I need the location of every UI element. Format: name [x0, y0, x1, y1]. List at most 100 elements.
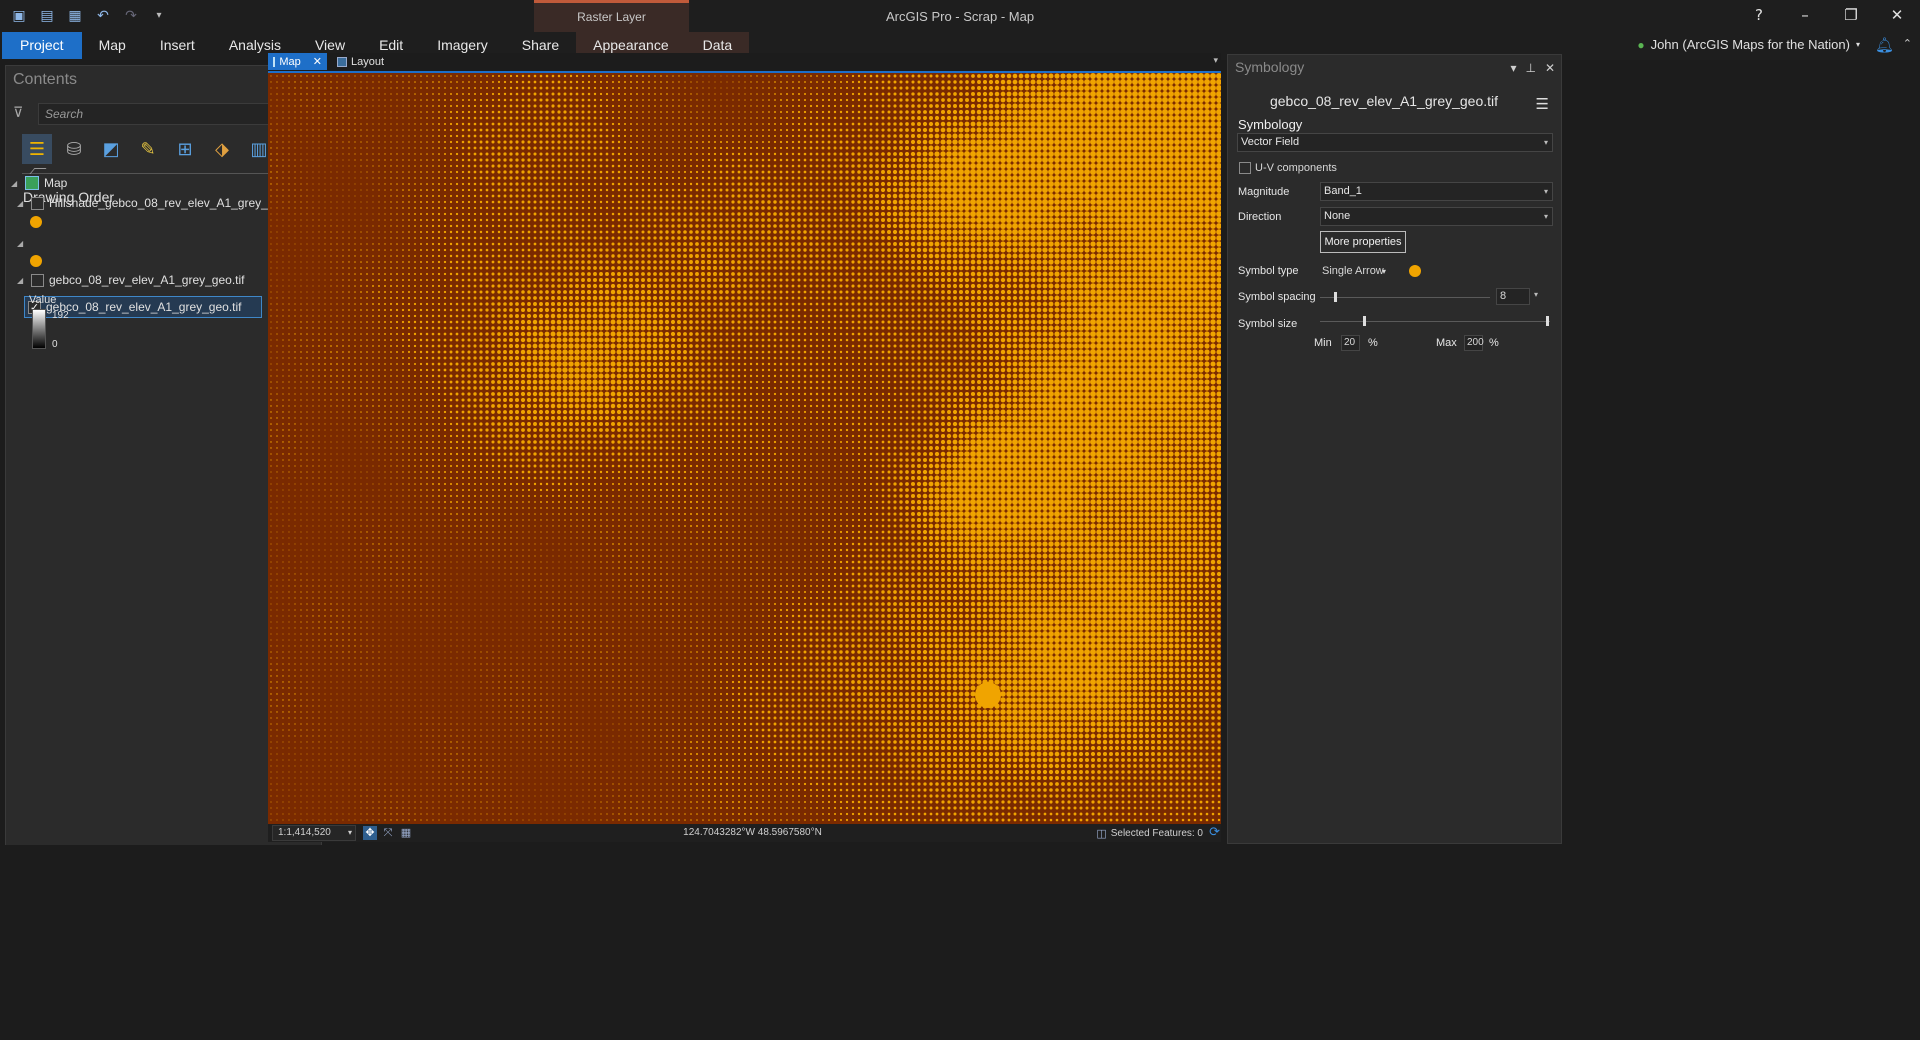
magnitude-dropdown[interactable]: Band_1 ▾ [1320, 182, 1553, 201]
coordinate-readout: 124.7043282°W 48.5967580°N [268, 827, 1237, 838]
contents-title: Contents [13, 71, 77, 89]
symbology-section-title: Symbology [1238, 117, 1302, 132]
symbol-size-min-thumb[interactable] [1363, 316, 1366, 326]
symbology-title: Symbology [1235, 59, 1304, 75]
labeling-icon[interactable]: ⬗ [207, 134, 237, 164]
window-title: ArcGIS Pro - Scrap - Map [0, 9, 1920, 24]
minimize-button[interactable]: – [1782, 0, 1828, 30]
tab-map[interactable]: Map [82, 32, 143, 59]
symbol-type-dropdown[interactable]: Single Arrow ▾ [1320, 262, 1389, 281]
toc-layer-gebco-grey[interactable]: ◢ gebco_08_rev_elev_A1_grey_geo.tif [17, 269, 244, 291]
collapse-icon[interactable]: ◢ [11, 179, 20, 188]
max-label: Max [1436, 337, 1457, 349]
menu-icon[interactable]: ☰ [1536, 95, 1549, 113]
spinner-icon[interactable]: ▾ [1534, 290, 1538, 299]
chevron-down-icon: ▾ [1544, 134, 1548, 151]
collapse-icon[interactable]: ◢ [17, 239, 26, 248]
selected-features[interactable]: ◫ Selected Features: 0 [1096, 827, 1203, 840]
layer-visibility-checkbox[interactable] [31, 196, 44, 210]
legend-title: Value [29, 294, 56, 306]
chevron-down-icon: ▾ [1544, 183, 1548, 200]
max-percent: % [1489, 337, 1499, 349]
map-icon [273, 56, 276, 67]
layout-icon [337, 56, 347, 67]
tab-project[interactable]: Project [2, 32, 82, 59]
notifications-icon[interactable]: 🔔︎ [1875, 36, 1894, 54]
symbol-spacing-label: Symbol spacing [1238, 291, 1316, 303]
large-magnitude-symbol [975, 682, 1001, 708]
layer-name: Hillshade_gebco_08_rev_elev_A1_grey_geo.… [49, 196, 301, 210]
color-ramp[interactable] [32, 309, 46, 349]
direction-value: None [1324, 210, 1350, 222]
magnitude-label: Magnitude [1238, 186, 1289, 198]
min-label: Min [1314, 337, 1332, 349]
more-properties-button[interactable]: More properties [1320, 231, 1406, 253]
direction-label: Direction [1238, 211, 1281, 223]
vector-field-map[interactable] [268, 73, 1221, 824]
search-input[interactable] [39, 104, 269, 124]
selection-icon: ◫ [1096, 827, 1106, 840]
view-list-icon[interactable]: ▾ [1213, 56, 1218, 66]
symbol-size-slider[interactable] [1320, 321, 1550, 322]
collapse-icon[interactable]: ◢ [17, 276, 26, 285]
layer-visibility-checkbox[interactable] [31, 273, 44, 287]
magnitude-value: Band_1 [1324, 185, 1362, 197]
max-size-input[interactable]: 200 [1464, 335, 1484, 351]
layer-symbol-swatch[interactable] [30, 255, 42, 267]
refresh-icon[interactable]: ⟳ [1209, 825, 1220, 840]
user-account[interactable]: ● John (ArcGIS Maps for the Nation) ▾ [1637, 37, 1860, 52]
map-view-label: Map [279, 56, 300, 68]
toc-map[interactable]: ◢ Map [11, 172, 67, 194]
title-bar: ▣ ▤ ▦ ↶ ↷ ▾ ArcGIS Pro - Scrap - Map ? –… [0, 0, 1920, 32]
view-tabs: Map ✕ Layout ▾ [268, 53, 1221, 71]
collapse-icon[interactable]: ◢ [17, 199, 26, 208]
chevron-down-icon: ▾ [1856, 40, 1860, 49]
selection-icon[interactable]: ◩ [96, 134, 126, 164]
selected-features-label: Selected Features: 0 [1111, 828, 1203, 839]
toc-layer-hillshade[interactable]: ◢ Hillshade_gebco_08_rev_elev_A1_grey_ge… [17, 192, 301, 214]
symbol-spacing-slider[interactable] [1320, 297, 1490, 298]
restore-button[interactable]: ❐ [1828, 0, 1874, 30]
close-button[interactable]: ✕ [1874, 0, 1920, 30]
direction-dropdown[interactable]: None ▾ [1320, 207, 1553, 226]
uv-components-label: U-V components [1255, 162, 1337, 174]
uv-components-row[interactable]: U-V components [1239, 162, 1337, 174]
tab-insert[interactable]: Insert [143, 32, 212, 59]
symbol-spacing-thumb[interactable] [1334, 292, 1337, 302]
map-view[interactable] [268, 71, 1221, 824]
map-icon [25, 176, 39, 190]
symbol-size-max-thumb[interactable] [1546, 316, 1549, 326]
symbol-preview[interactable] [1409, 265, 1421, 277]
editing-icon[interactable]: ✎ [133, 134, 163, 164]
uv-components-checkbox[interactable] [1239, 162, 1251, 174]
map-status-bar: 1:1,414,520 ▾ ✥ ⤧ ▦ 124.7043282°W 48.596… [268, 824, 1221, 842]
pane-menu-icon[interactable]: ▾ [1510, 61, 1516, 75]
symbology-pane: Symbology ▾ ⊥ ✕ gebco_08_rev_elev_A1_gre… [1227, 54, 1562, 844]
legend-max: 192 [52, 310, 69, 321]
context-tab-group-label: Raster Layer [534, 10, 689, 24]
legend-min: 0 [52, 339, 58, 350]
pin-icon[interactable]: ⊥ [1525, 61, 1535, 75]
layer-name: gebco_08_rev_elev_A1_grey_geo.tif [49, 273, 244, 287]
drawing-order-icon[interactable]: ☰ [22, 134, 52, 164]
renderer-value: Vector Field [1241, 136, 1299, 148]
filter-icon[interactable]: ⊽ [13, 105, 23, 121]
snapping-icon[interactable]: ⊞ [170, 134, 200, 164]
tab-layout-view[interactable]: Layout [332, 53, 389, 70]
close-icon[interactable]: ✕ [313, 55, 322, 68]
help-button[interactable]: ? [1736, 0, 1782, 30]
min-size-input[interactable]: 20 [1341, 335, 1360, 351]
renderer-dropdown[interactable]: Vector Field ▾ [1237, 133, 1553, 152]
license-icon: ● [1637, 38, 1644, 52]
contents-view-buttons: ☰ ⛁ ◩ ✎ ⊞ ⬗ ▥ [22, 134, 274, 164]
data-source-icon[interactable]: ⛁ [59, 134, 89, 164]
layer-symbol-swatch[interactable] [30, 216, 42, 228]
symbol-size-label: Symbol size [1238, 318, 1297, 330]
chevron-down-icon: ▾ [1544, 208, 1548, 225]
ribbon-collapse-icon[interactable]: ⌃ [1903, 37, 1912, 50]
min-percent: % [1368, 337, 1378, 349]
symbol-spacing-input[interactable]: 8 [1496, 288, 1530, 305]
tab-map-view[interactable]: Map ✕ [268, 53, 327, 70]
symbology-layer-name: gebco_08_rev_elev_A1_grey_geo.tif [1228, 93, 1540, 109]
close-pane-icon[interactable]: ✕ [1545, 61, 1555, 75]
